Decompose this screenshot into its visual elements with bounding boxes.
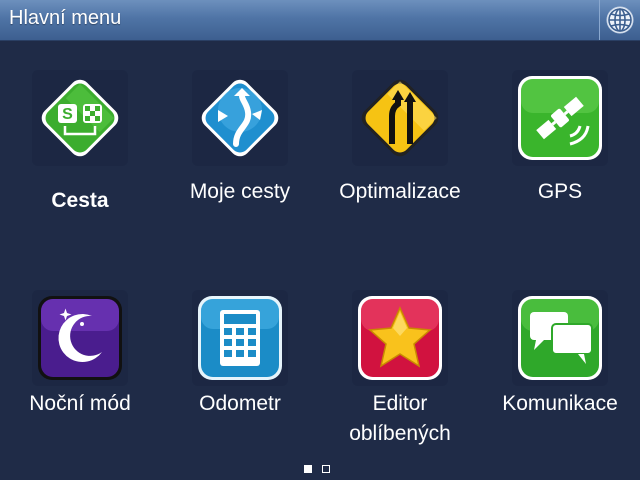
menu-label-line2: oblíbených: [349, 422, 451, 445]
menu-label: Noční mód: [29, 392, 131, 415]
title-bar: Hlavní menu: [0, 0, 640, 41]
page-dot-active[interactable]: [304, 465, 312, 473]
menu-label: Editor: [372, 392, 428, 415]
menu-label: Optimalizace: [339, 180, 461, 203]
my-routes-icon: [192, 70, 288, 166]
page-indicator: [304, 465, 330, 475]
language-button[interactable]: [599, 0, 640, 40]
chat-icon: [512, 290, 608, 386]
menu-label: Odometr: [199, 392, 281, 415]
globe-icon: [606, 6, 634, 34]
menu-label: Moje cesty: [189, 180, 291, 203]
moon-icon: [32, 290, 128, 386]
page-title: Hlavní menu: [9, 7, 122, 29]
svg-text:S: S: [62, 106, 73, 123]
route-icon: S: [32, 70, 128, 166]
road-sign-icon: [352, 70, 448, 166]
satellite-icon: [512, 70, 608, 166]
menu-label: Cesta: [51, 189, 109, 212]
menu-label: GPS: [537, 180, 583, 203]
calculator-icon: [192, 290, 288, 386]
menu-label: Komunikace: [502, 392, 618, 415]
star-icon: [352, 290, 448, 386]
page-dot[interactable]: [322, 465, 330, 473]
